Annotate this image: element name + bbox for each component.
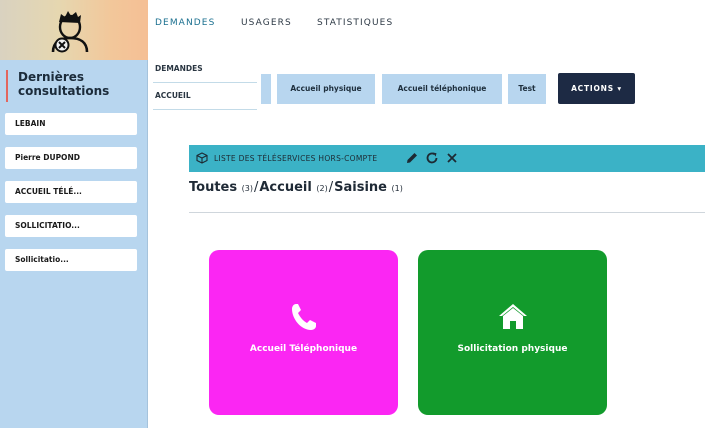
divider [189, 212, 705, 213]
home-icon [498, 304, 527, 329]
top-nav: DEMANDES USAGERS STATISTIQUES [149, 0, 705, 52]
breadcrumb-accueil[interactable]: Accueil (2) [259, 180, 327, 195]
cube-icon [196, 152, 208, 164]
breadcrumb-toutes[interactable]: Toutes (3) [189, 180, 253, 195]
tab-statistiques[interactable]: STATISTIQUES [317, 18, 393, 28]
dropdown-divider [153, 82, 257, 83]
edit-icon[interactable] [405, 151, 419, 165]
dropdown-divider [153, 109, 257, 110]
avatar[interactable] [0, 0, 148, 60]
tab-demandes[interactable]: DEMANDES [155, 18, 215, 28]
recent-consultations-list: LEBAIN Pierre DUPOND ACCUEIL TÉLÉ... SOL… [5, 113, 137, 283]
breadcrumb-saisine[interactable]: Saisine (1) [334, 180, 403, 195]
card-accueil-telephonique[interactable]: Accueil Téléphonique [209, 250, 398, 415]
dropdown-item-demandes[interactable]: DEMANDES [155, 64, 203, 73]
recent-item[interactable]: ACCUEIL TÉLÉ... [5, 181, 137, 203]
actions-button[interactable]: ACTIONS ▾ [558, 73, 635, 104]
tab-usagers[interactable]: USAGERS [241, 18, 292, 28]
breadcrumb: Toutes (3)/Accueil (2)/Saisine (1) [189, 180, 403, 195]
refresh-icon[interactable] [425, 151, 439, 165]
card-label: Accueil Téléphonique [249, 344, 358, 354]
panel-header: LISTE DES TÉLÉSERVICES HORS-COMPTE [189, 145, 705, 172]
dropdown-item-accueil[interactable]: ACCUEIL [155, 91, 191, 100]
sidebar: Dernières consultations LEBAIN Pierre DU… [0, 0, 148, 428]
recent-item[interactable]: Sollicitatio... [5, 249, 137, 271]
recent-item[interactable]: SOLLICITATIO... [5, 215, 137, 237]
subtab-test[interactable]: Test [508, 74, 546, 104]
demandes-dropdown: DEMANDES ACCUEIL [149, 54, 261, 110]
phone-icon [291, 304, 316, 330]
user-remove-icon [51, 11, 89, 53]
close-icon[interactable] [445, 151, 459, 165]
subtab-hidden[interactable] [261, 74, 271, 104]
recent-consultations-title: Dernières consultations [6, 70, 142, 102]
card-sollicitation-physique[interactable]: Sollicitation physique [418, 250, 607, 415]
subtab-accueil-physique[interactable]: Accueil physique [277, 74, 375, 104]
panel-title: LISTE DES TÉLÉSERVICES HORS-COMPTE [214, 154, 378, 163]
card-label: Sollicitation physique [457, 344, 568, 354]
recent-item[interactable]: Pierre DUPOND [5, 147, 137, 169]
subtab-accueil-telephonique[interactable]: Accueil téléphonique [382, 74, 502, 104]
recent-item[interactable]: LEBAIN [5, 113, 137, 135]
